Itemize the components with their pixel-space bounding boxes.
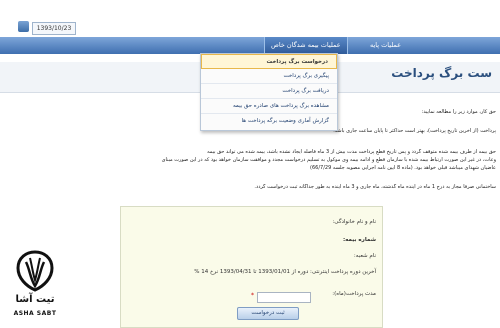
main-nav: عملیات پایه عملیات بیمه شدگان خاص bbox=[0, 37, 500, 54]
menu-view-issued-slips[interactable]: مشاهده برگ پرداخت های صادره حق بیمه bbox=[201, 99, 337, 114]
page-title: ست برگ پرداخت bbox=[391, 66, 492, 80]
logo-emblem-icon bbox=[16, 250, 54, 292]
last-period-label: آخرین دوره پرداخت اینترنتی: دوره از 1393… bbox=[194, 269, 376, 275]
logo-text-fa: تیت آشا bbox=[15, 294, 55, 305]
calendar-icon bbox=[18, 21, 29, 32]
top-bar: 1393/10/23 bbox=[0, 0, 500, 37]
payment-request-form: نام و نام خانوادگی: شماره بیمه: نام شعبه… bbox=[120, 206, 383, 328]
paragraph-5: ساختمانی صرفا مجاز به درج 1 ماه در آینده… bbox=[254, 184, 496, 190]
payment-period-label: مدت پرداخت(ماه): bbox=[332, 291, 376, 297]
menu-request-payment-slip[interactable]: درخواست برگ پرداخت bbox=[201, 54, 337, 69]
insurance-number-label: شماره بیمه: bbox=[342, 237, 376, 243]
required-asterisk: * bbox=[251, 292, 254, 299]
menu-slip-status-report[interactable]: گزارش آماری وضعیت برگه پرداخت ها bbox=[201, 114, 337, 129]
paragraph-4: عاضیان شهدای میباشد قبلی خواهد بود. (ماد… bbox=[310, 165, 496, 171]
paragraph-3: وعات، در غیر این صورت ارتباط بیمه شده با… bbox=[161, 157, 496, 163]
menu-track-payment-slip[interactable]: پیگیری برگ پرداخت bbox=[201, 69, 337, 84]
branch-label: نام شعبه: bbox=[353, 253, 376, 259]
nav-basic-operations[interactable]: عملیات پایه bbox=[370, 37, 401, 54]
payment-period-input[interactable] bbox=[257, 292, 311, 303]
nav-special-insured-operations[interactable]: عملیات بیمه شدگان خاص bbox=[264, 37, 348, 54]
current-date: 1393/10/23 bbox=[32, 22, 76, 35]
logo-text-en: ASHA SABT bbox=[13, 310, 57, 317]
name-label: نام و نام خانوادگی: bbox=[332, 219, 376, 225]
asha-sabt-logo: تیت آشا ASHA SABT bbox=[4, 248, 66, 324]
paragraph-2: حق بیمه از طرف بیمه شده متوقف گردد و پس … bbox=[207, 149, 496, 155]
menu-receive-payment-slip[interactable]: دریافت برگ پرداخت bbox=[201, 84, 337, 99]
special-insured-menu: درخواست برگ پرداخت پیگیری برگ پرداخت دری… bbox=[200, 53, 338, 131]
submit-request-button[interactable]: ثبت درخواست bbox=[237, 307, 299, 320]
